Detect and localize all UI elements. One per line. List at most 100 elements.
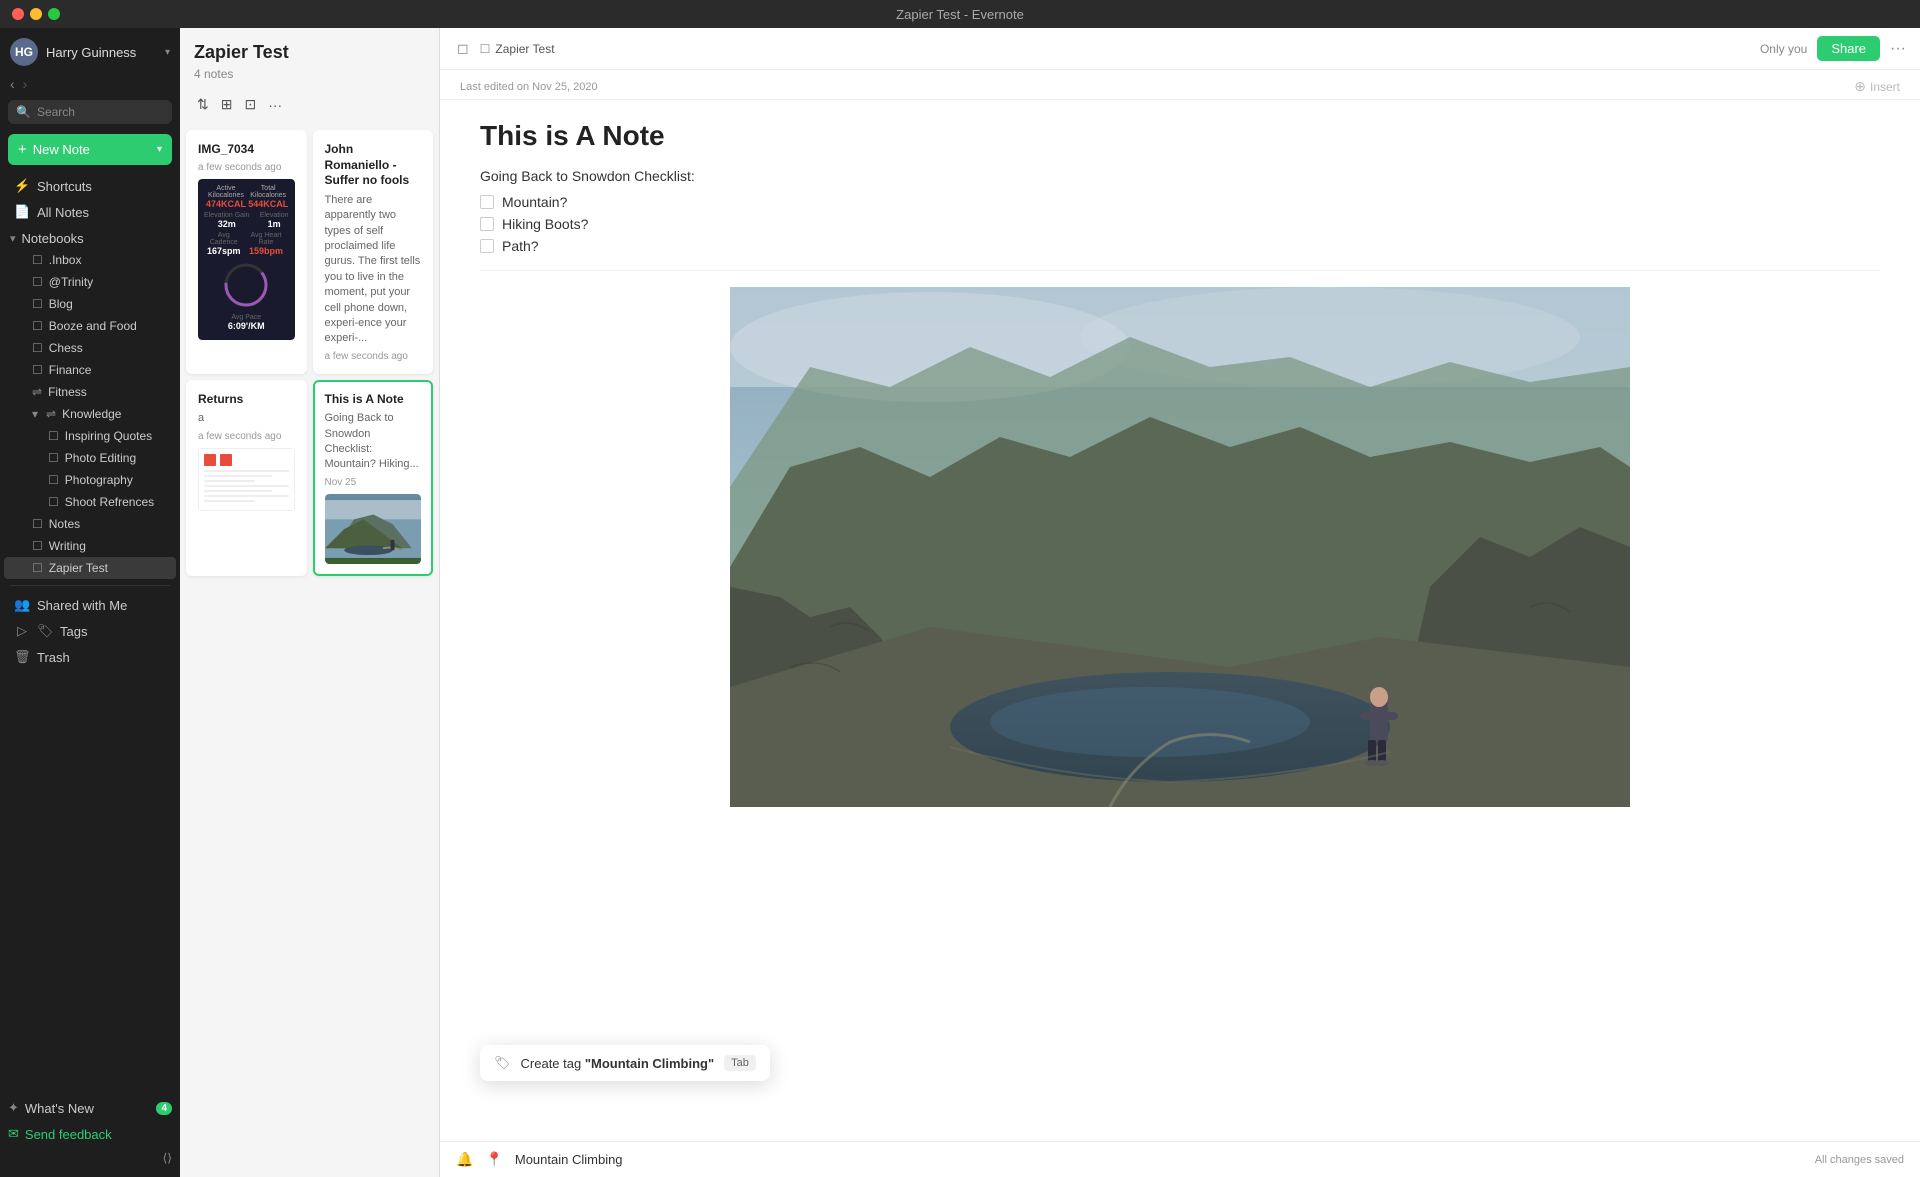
user-profile[interactable]: HG Harry Guinness ▾	[0, 28, 180, 74]
sidebar-item-writing[interactable]: ☐ Writing	[4, 535, 176, 557]
notebooks-label: Notebooks	[22, 231, 84, 246]
sidebar-item-notes[interactable]: ☐ Notes	[4, 513, 176, 535]
shared-icon: 👥	[14, 597, 30, 613]
sidebar-item-inspiring-quotes[interactable]: ☐ Inspiring Quotes	[4, 425, 176, 447]
star-icon: ✦	[8, 1100, 19, 1116]
traffic-lights	[12, 8, 60, 20]
last-edited-text: Last edited on Nov 25, 2020	[460, 81, 598, 93]
notebook-icon: ☐	[48, 429, 59, 443]
sidebar-item-blog[interactable]: ☐ Blog	[4, 293, 176, 315]
sidebar-item-chess[interactable]: ☐ Chess	[4, 337, 176, 359]
plus-icon: +	[18, 141, 27, 158]
sidebar-item-photography[interactable]: ☐ Photography	[4, 469, 176, 491]
search-bar[interactable]: 🔍 Search	[8, 100, 172, 124]
content-divider	[480, 270, 1880, 271]
tags-icon: 🏷	[37, 623, 53, 639]
nb-fitness-label: Fitness	[48, 385, 87, 399]
share-button[interactable]: Share	[1817, 36, 1880, 61]
location-icon[interactable]: 📍	[485, 1151, 502, 1168]
sort-button[interactable]: ⇅	[194, 93, 212, 116]
sidebar-item-zapier-test[interactable]: ☐ Zapier Test	[4, 557, 176, 579]
insert-button[interactable]: ⊕ Insert	[1854, 78, 1900, 95]
filter-button[interactable]: ⊞	[218, 93, 236, 116]
sidebar-item-all-notes[interactable]: 📄 All Notes	[4, 199, 176, 225]
note-card-returns[interactable]: Returns a a few seconds ago	[186, 380, 307, 576]
tag-suggestion-popup[interactable]: 🏷 Create tag "Mountain Climbing" Tab	[480, 1045, 770, 1081]
note-title-text: This is A Note	[325, 392, 422, 408]
send-feedback-button[interactable]: ✉ Send feedback	[0, 1121, 180, 1147]
sidebar-item-finance[interactable]: ☐ Finance	[4, 359, 176, 381]
nb-writing-label: Writing	[49, 539, 86, 553]
sidebar: HG Harry Guinness ▾ ‹ › 🔍 Search + New N…	[0, 28, 180, 1177]
bell-icon[interactable]: 🔔	[456, 1151, 473, 1168]
sidebar-item-inbox[interactable]: ☐ .Inbox	[4, 249, 176, 271]
checklist-text-mountain: Mountain?	[502, 194, 567, 210]
note-thumbnail	[325, 494, 422, 564]
tags-section-icon: ▷	[14, 623, 30, 639]
notebook-icon: ☐	[32, 517, 43, 531]
title-bar: Zapier Test - Evernote	[0, 0, 1920, 28]
nav-forward-icon[interactable]: ›	[23, 76, 28, 92]
fullscreen-button[interactable]	[48, 8, 60, 20]
all-notes-label: All Notes	[37, 205, 89, 220]
nb-finance-label: Finance	[49, 363, 92, 377]
checklist-item-mountain: Mountain?	[480, 194, 1880, 210]
more-options-button[interactable]: ···	[265, 94, 285, 116]
history-icon[interactable]: ◻	[454, 37, 472, 60]
sidebar-item-shortcuts[interactable]: ⚡ Shortcuts	[4, 173, 176, 199]
checkbox-mountain[interactable]	[480, 195, 494, 209]
sidebar-item-fitness[interactable]: ⇌ Fitness	[4, 381, 176, 403]
nb-photo-edit-label: Photo Editing	[65, 451, 136, 465]
checkbox-path[interactable]	[480, 239, 494, 253]
checklist-text-boots: Hiking Boots?	[502, 216, 588, 232]
note-card-romaniello[interactable]: John Romaniello - Suffer no fools There …	[313, 130, 434, 374]
trash-icon: 🗑	[14, 649, 30, 665]
editor-content[interactable]: This is A Note Going Back to Snowdon Che…	[440, 100, 1920, 1141]
note-excerpt: Going Back to Snowdon Checklist: Mountai…	[325, 411, 422, 473]
note-thumbnail	[198, 448, 295, 511]
tag-input-field[interactable]	[515, 1148, 1803, 1171]
close-button[interactable]	[12, 8, 24, 20]
note-thumbnail: Active Kilocalories 474KCAL Total Kiloca…	[198, 179, 295, 340]
notebook-icon: ☐	[32, 275, 43, 289]
sidebar-item-trinity[interactable]: ☐ @Trinity	[4, 271, 176, 293]
window-title: Zapier Test - Evernote	[896, 7, 1024, 22]
whats-new-button[interactable]: ✦ What's New 4	[0, 1095, 180, 1121]
nb-photography-label: Photography	[65, 473, 133, 487]
minimize-button[interactable]	[30, 8, 42, 20]
collapse-sidebar-button[interactable]: ⟨⟩	[0, 1147, 180, 1169]
notes-toolbar: ⇅ ⊞ ⊡ ···	[180, 89, 439, 124]
nb-booze-label: Booze and Food	[49, 319, 137, 333]
nav-back-icon[interactable]: ‹	[10, 76, 15, 92]
sidebar-item-trash[interactable]: 🗑 Trash	[4, 644, 176, 670]
tag-name-text: "Mountain Climbing"	[585, 1056, 714, 1071]
sidebar-item-shoot-refs[interactable]: ☐ Shoot Refrences	[4, 491, 176, 513]
sidebar-item-knowledge[interactable]: ▾ ⇌ Knowledge	[4, 403, 176, 425]
editor-toolbar: ◻ ☐ Zapier Test Only you Share ···	[440, 28, 1920, 70]
new-note-button[interactable]: + New Note ▾	[8, 134, 172, 165]
note-card-this-is-a-note[interactable]: This is A Note Going Back to Snowdon Che…	[313, 380, 434, 576]
note-title-text: IMG_7034	[198, 142, 295, 158]
checkbox-boots[interactable]	[480, 217, 494, 231]
notebooks-section[interactable]: ▾ Notebooks	[0, 225, 180, 249]
checklist-item-boots: Hiking Boots?	[480, 216, 1880, 232]
shortcuts-label: Shortcuts	[37, 179, 92, 194]
sidebar-item-tags[interactable]: ▷ 🏷 Tags	[4, 618, 176, 644]
nb-inspiring-label: Inspiring Quotes	[65, 429, 152, 443]
sidebar-item-booze[interactable]: ☐ Booze and Food	[4, 315, 176, 337]
sidebar-item-photo-editing[interactable]: ☐ Photo Editing	[4, 447, 176, 469]
chevron-down-icon: ▾	[165, 47, 170, 58]
note-card-img7034[interactable]: IMG_7034 a few seconds ago Active Kiloca…	[186, 130, 307, 374]
grid-view-button[interactable]: ⊡	[241, 93, 259, 116]
more-button[interactable]: ···	[1890, 40, 1906, 58]
shortcuts-icon: ⚡	[14, 178, 30, 194]
fitness-card: Active Kilocalories 474KCAL Total Kiloca…	[198, 179, 295, 340]
checklist-label: Going Back to Snowdon Checklist:	[480, 168, 1880, 184]
plus-circle-icon: ⊕	[1854, 78, 1866, 95]
trash-label: Trash	[37, 650, 70, 665]
sidebar-item-shared[interactable]: 👥 Shared with Me	[4, 592, 176, 618]
checklist-text-path: Path?	[502, 238, 539, 254]
notebook-breadcrumb[interactable]: ☐ Zapier Test	[480, 42, 555, 56]
tag-create-text: Create tag "Mountain Climbing"	[521, 1056, 715, 1071]
collapse-icon: ⟨⟩	[163, 1151, 172, 1165]
